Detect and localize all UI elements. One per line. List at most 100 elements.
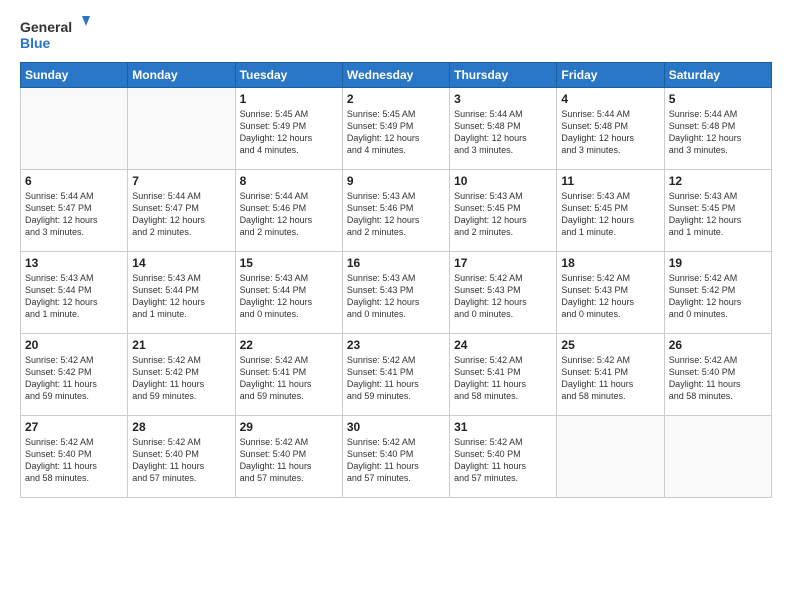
day-number: 7 [132,174,230,188]
calendar-cell: 2 Sunrise: 5:45 AM Sunset: 5:49 PM Daylig… [342,88,449,170]
day-number: 23 [347,338,445,352]
weekday-header-wednesday: Wednesday [342,63,449,88]
day-number: 22 [240,338,338,352]
week-row-3: 20Sunrise: 5:42 AM Sunset: 5:42 PM Dayli… [21,334,772,416]
svg-text:General: General [20,19,72,35]
cell-text: Sunrise: 5:42 AM Sunset: 5:43 PM Dayligh… [454,272,552,321]
weekday-header-tuesday: Tuesday [235,63,342,88]
cell-text: Sunrise: 5:44 AM Sunset: 5:48 PM Dayligh… [561,108,659,157]
cell-text: Sunrise: 5:43 AM Sunset: 5:45 PM Dayligh… [561,190,659,239]
calendar-cell: 8Sunrise: 5:44 AM Sunset: 5:46 PM Daylig… [235,170,342,252]
calendar-cell: 23 Sunrise: 5:42 AM Sunset: 5:41 PM Dayli… [342,334,449,416]
weekday-header-friday: Friday [557,63,664,88]
calendar-cell: 21 Sunrise: 5:42 AM Sunset: 5:42 PM Dayli… [128,334,235,416]
calendar-cell [21,88,128,170]
calendar-cell: 24 Sunrise: 5:42 AM Sunset: 5:41 PM Dayli… [450,334,557,416]
day-number: 5 [669,92,767,106]
calendar-cell [128,88,235,170]
cell-text: Sunrise: 5:42 AM Sunset: 5:40 PM Dayligh… [25,436,123,485]
week-row-0: 1 Sunrise: 5:45 AM Sunset: 5:49 PM Daylig… [21,88,772,170]
cell-text: Sunrise: 5:43 AM Sunset: 5:44 PM Dayligh… [25,272,123,321]
calendar-cell: 26 Sunrise: 5:42 AM Sunset: 5:40 PM Dayli… [664,334,771,416]
header: General Blue [20,16,772,56]
cell-text: Sunrise: 5:43 AM Sunset: 5:46 PM Dayligh… [347,190,445,239]
day-number: 2 [347,92,445,106]
day-number: 4 [561,92,659,106]
day-number: 26 [669,338,767,352]
cell-text: Sunrise: 5:44 AM Sunset: 5:47 PM Dayligh… [132,190,230,239]
day-number: 21 [132,338,230,352]
day-number: 25 [561,338,659,352]
cell-text: Sunrise: 5:42 AM Sunset: 5:42 PM Dayligh… [669,272,767,321]
cell-text: Sunrise: 5:44 AM Sunset: 5:47 PM Dayligh… [25,190,123,239]
logo: General Blue [20,16,90,56]
calendar-cell: 11Sunrise: 5:43 AM Sunset: 5:45 PM Dayli… [557,170,664,252]
week-row-1: 6 Sunrise: 5:44 AM Sunset: 5:47 PM Daylig… [21,170,772,252]
day-number: 16 [347,256,445,270]
weekday-header-thursday: Thursday [450,63,557,88]
cell-text: Sunrise: 5:42 AM Sunset: 5:40 PM Dayligh… [132,436,230,485]
day-number: 3 [454,92,552,106]
calendar-cell: 5Sunrise: 5:44 AM Sunset: 5:48 PM Daylig… [664,88,771,170]
cell-text: Sunrise: 5:43 AM Sunset: 5:43 PM Dayligh… [347,272,445,321]
calendar-cell: 27Sunrise: 5:42 AM Sunset: 5:40 PM Dayli… [21,416,128,498]
calendar-cell: 18 Sunrise: 5:42 AM Sunset: 5:43 PM Dayli… [557,252,664,334]
cell-text: Sunrise: 5:42 AM Sunset: 5:41 PM Dayligh… [347,354,445,403]
cell-text: Sunrise: 5:42 AM Sunset: 5:40 PM Dayligh… [669,354,767,403]
cell-text: Sunrise: 5:42 AM Sunset: 5:42 PM Dayligh… [25,354,123,403]
cell-text: Sunrise: 5:42 AM Sunset: 5:40 PM Dayligh… [240,436,338,485]
cell-text: Sunrise: 5:42 AM Sunset: 5:40 PM Dayligh… [347,436,445,485]
cell-text: Sunrise: 5:42 AM Sunset: 5:41 PM Dayligh… [561,354,659,403]
calendar-cell: 25 Sunrise: 5:42 AM Sunset: 5:41 PM Dayli… [557,334,664,416]
cell-text: Sunrise: 5:42 AM Sunset: 5:41 PM Dayligh… [454,354,552,403]
calendar-cell: 31Sunrise: 5:42 AM Sunset: 5:40 PM Dayli… [450,416,557,498]
calendar-cell: 7 Sunrise: 5:44 AM Sunset: 5:47 PM Daylig… [128,170,235,252]
day-number: 30 [347,420,445,434]
cell-text: Sunrise: 5:45 AM Sunset: 5:49 PM Dayligh… [240,108,338,157]
calendar-cell: 3Sunrise: 5:44 AM Sunset: 5:48 PM Daylig… [450,88,557,170]
day-number: 15 [240,256,338,270]
day-number: 8 [240,174,338,188]
logo-svg: General Blue [20,16,90,56]
calendar-cell: 14Sunrise: 5:43 AM Sunset: 5:44 PM Dayli… [128,252,235,334]
day-number: 31 [454,420,552,434]
calendar-cell: 16 Sunrise: 5:43 AM Sunset: 5:43 PM Dayli… [342,252,449,334]
cell-text: Sunrise: 5:42 AM Sunset: 5:41 PM Dayligh… [240,354,338,403]
day-number: 1 [240,92,338,106]
calendar-cell: 30 Sunrise: 5:42 AM Sunset: 5:40 PM Dayli… [342,416,449,498]
calendar-cell [664,416,771,498]
calendar-cell: 28 Sunrise: 5:42 AM Sunset: 5:40 PM Dayli… [128,416,235,498]
day-number: 13 [25,256,123,270]
weekday-header-saturday: Saturday [664,63,771,88]
cell-text: Sunrise: 5:45 AM Sunset: 5:49 PM Dayligh… [347,108,445,157]
day-number: 17 [454,256,552,270]
day-number: 12 [669,174,767,188]
calendar-cell: 29Sunrise: 5:42 AM Sunset: 5:40 PM Dayli… [235,416,342,498]
page: General Blue SundayMondayTuesdayWednesda… [0,0,792,508]
day-number: 10 [454,174,552,188]
cell-text: Sunrise: 5:42 AM Sunset: 5:42 PM Dayligh… [132,354,230,403]
day-number: 19 [669,256,767,270]
calendar-cell: 17 Sunrise: 5:42 AM Sunset: 5:43 PM Dayli… [450,252,557,334]
calendar-cell [557,416,664,498]
day-number: 18 [561,256,659,270]
svg-text:Blue: Blue [20,35,51,51]
cell-text: Sunrise: 5:42 AM Sunset: 5:43 PM Dayligh… [561,272,659,321]
calendar-cell: 20Sunrise: 5:42 AM Sunset: 5:42 PM Dayli… [21,334,128,416]
calendar-cell: 22 Sunrise: 5:42 AM Sunset: 5:41 PM Dayli… [235,334,342,416]
calendar-cell: 10 Sunrise: 5:43 AM Sunset: 5:45 PM Dayli… [450,170,557,252]
day-number: 24 [454,338,552,352]
day-number: 28 [132,420,230,434]
cell-text: Sunrise: 5:43 AM Sunset: 5:45 PM Dayligh… [454,190,552,239]
week-row-4: 27Sunrise: 5:42 AM Sunset: 5:40 PM Dayli… [21,416,772,498]
cell-text: Sunrise: 5:43 AM Sunset: 5:44 PM Dayligh… [240,272,338,321]
cell-text: Sunrise: 5:43 AM Sunset: 5:44 PM Dayligh… [132,272,230,321]
day-number: 6 [25,174,123,188]
day-number: 9 [347,174,445,188]
calendar-cell: 15 Sunrise: 5:43 AM Sunset: 5:44 PM Dayli… [235,252,342,334]
weekday-header-row: SundayMondayTuesdayWednesdayThursdayFrid… [21,63,772,88]
calendar-cell: 6 Sunrise: 5:44 AM Sunset: 5:47 PM Daylig… [21,170,128,252]
calendar-table: SundayMondayTuesdayWednesdayThursdayFrid… [20,62,772,498]
week-row-2: 13 Sunrise: 5:43 AM Sunset: 5:44 PM Dayli… [21,252,772,334]
weekday-header-sunday: Sunday [21,63,128,88]
